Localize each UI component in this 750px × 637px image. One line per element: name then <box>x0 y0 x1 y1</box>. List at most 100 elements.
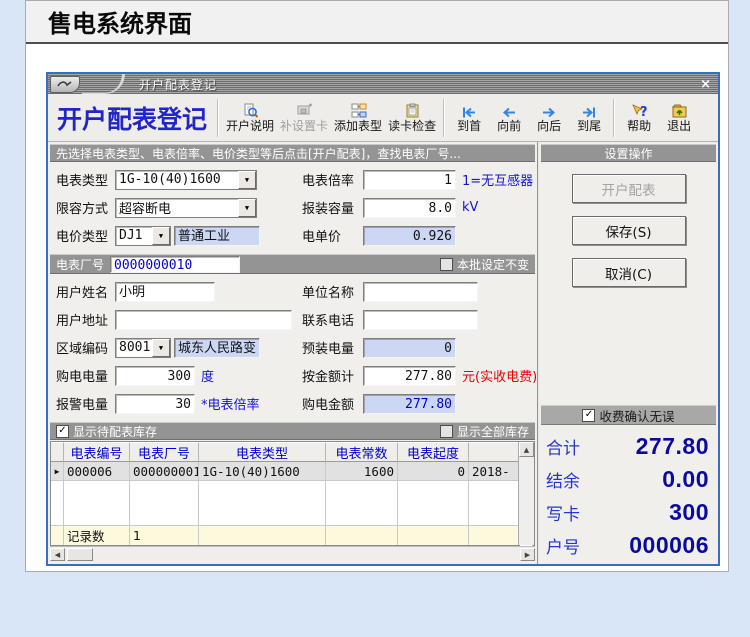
amount-calc-input[interactable]: 277.80 <box>363 365 456 386</box>
horizontal-scrollbar[interactable]: ◀ ▶ <box>50 546 535 562</box>
meter-ratio-label: 电表倍率 <box>302 174 355 189</box>
meter-type-label: 电表类型 <box>56 174 109 189</box>
cell-date: 2018- <box>472 463 510 479</box>
column-header-meter-start[interactable]: 电表起度 <box>398 442 469 462</box>
show-pending-stock-checkbox[interactable]: ✓ <box>56 424 69 438</box>
toolbar-button-label: 向后 <box>537 119 562 133</box>
stock-table: 电表编号 电表厂号 电表类型 电表常数 电表起度 ▶ 000006 000000… <box>50 441 535 562</box>
fee-confirm-label: 收费确认无误 <box>599 408 675 424</box>
total-label: 合计 <box>546 439 580 459</box>
vertical-scrollbar[interactable]: ▲ ▼ <box>518 442 534 562</box>
total-value: 277.80 <box>635 433 709 459</box>
app-icon <box>50 75 80 93</box>
scroll-up-icon[interactable]: ▲ <box>519 442 534 457</box>
stock-filter-bar: ✓ 显示待配表库存 显示全部库存 <box>50 422 535 440</box>
toolbar-brand-title: 开户配表登记 <box>57 104 208 134</box>
go-next-button[interactable]: 向后 <box>529 101 569 134</box>
chevron-down-icon[interactable]: ▼ <box>238 170 256 189</box>
alarm-qty-input[interactable]: 30 <box>115 393 195 414</box>
go-previous-button[interactable]: 向前 <box>489 101 529 134</box>
factory-number-bar: 电表厂号 0000000010 本批设定不变 <box>50 254 535 274</box>
supplement-card-button: 补设置卡 <box>277 101 331 134</box>
table-empty-area <box>51 481 518 525</box>
column-header-meter-type[interactable]: 电表类型 <box>199 442 326 462</box>
read-card-icon <box>404 102 421 119</box>
page-title: 售电系统界面 <box>26 1 728 44</box>
next-arrow-icon <box>541 102 557 119</box>
column-header-factory-no[interactable]: 电表厂号 <box>130 442 199 462</box>
toolbar-button-label: 开户说明 <box>226 119 275 133</box>
limit-mode-select[interactable]: 超容断电 ▼ <box>115 197 257 218</box>
exit-button[interactable]: 退出 <box>659 101 699 134</box>
chevron-down-icon[interactable]: ▼ <box>152 226 170 245</box>
write-card-value: 300 <box>669 499 709 525</box>
toolbar: 开户配表登记 开户说明 补设置卡 添加表型 读卡检查 到首 向前 向后 到尾 ?… <box>48 94 718 142</box>
account-meter-dialog: 开户配表登记 × 开户配表登记 开户说明 补设置卡 添加表型 读卡检查 到首 向… <box>46 72 720 566</box>
save-button[interactable]: 保存(S) <box>571 216 686 245</box>
first-arrow-icon <box>461 102 477 119</box>
card-setup-icon <box>296 102 313 119</box>
table-row[interactable]: ▶ 000006 0000000010 1G-10(40)1600 1600 0… <box>51 462 518 481</box>
toolbar-separator <box>217 98 220 137</box>
operations-header: 设置操作 <box>541 144 716 162</box>
horizontal-scroll-thumb[interactable] <box>67 548 93 561</box>
add-meter-type-button[interactable]: 添加表型 <box>331 101 385 134</box>
purchase-qty-unit-hint: 度 <box>201 370 215 385</box>
scroll-left-icon[interactable]: ◀ <box>50 548 65 561</box>
go-first-button[interactable]: 到首 <box>449 101 489 134</box>
price-type-select[interactable]: DJ1 ▼ <box>115 225 171 246</box>
unit-price-field: 0.926 <box>363 225 456 246</box>
doc-magnifier-icon <box>242 102 259 119</box>
operations-panel: 设置操作 开户配表 保存(S) 取消(C) ✓ 收费确认无误 合计 277.80 <box>537 142 718 564</box>
go-last-button[interactable]: 到尾 <box>569 101 609 134</box>
cancel-button[interactable]: 取消(C) <box>571 258 686 287</box>
meter-type-select[interactable]: 1G-10(40)1600 ▼ <box>115 169 257 190</box>
column-header-meter-no[interactable]: 电表编号 <box>64 442 130 462</box>
read-card-check-button[interactable]: 读卡检查 <box>385 101 439 134</box>
region-code-value: 8001 <box>119 340 151 355</box>
totals-summary: 合计 277.80 结余 0.00 写卡 300 户号 000006 <box>541 425 716 562</box>
meter-ratio-hint: 1=无互感器 <box>462 174 534 189</box>
meter-ratio-input[interactable]: 1 <box>363 169 456 190</box>
batch-fixed-checkbox[interactable] <box>439 257 453 271</box>
address-input[interactable] <box>115 309 292 330</box>
alarm-qty-label: 报警电量 <box>56 398 109 413</box>
last-arrow-icon <box>581 102 597 119</box>
show-all-stock-label: 显示全部库存 <box>456 424 529 439</box>
close-icon[interactable]: × <box>700 78 711 91</box>
alarm-qty-hint: *电表倍率 <box>201 398 260 413</box>
preset-qty-field: 0 <box>363 337 456 358</box>
exit-icon <box>671 102 688 119</box>
help-button[interactable]: ? 帮助 <box>619 101 659 134</box>
purchase-qty-input[interactable]: 300 <box>115 365 195 386</box>
meter-type-value: 1G-10(40)1600 <box>119 172 221 187</box>
limit-mode-label: 限容方式 <box>56 202 109 217</box>
capacity-input[interactable]: 8.0 <box>363 197 456 218</box>
dialog-titlebar[interactable]: 开户配表登记 × <box>48 74 718 94</box>
toolbar-button-label: 向前 <box>497 119 522 133</box>
chevron-down-icon[interactable]: ▼ <box>238 198 256 217</box>
purchase-qty-label: 购电电量 <box>56 370 109 385</box>
phone-input[interactable] <box>363 309 478 330</box>
user-name-label: 用户姓名 <box>56 286 109 301</box>
column-header-extra[interactable] <box>469 442 518 462</box>
region-code-select[interactable]: 8001 ▼ <box>115 337 171 358</box>
user-name-input[interactable]: 小明 <box>115 281 215 302</box>
unit-name-input[interactable] <box>363 281 478 302</box>
balance-label: 结余 <box>546 472 580 492</box>
toolbar-button-label: 帮助 <box>627 119 652 133</box>
svg-text:?: ? <box>640 105 648 119</box>
show-all-stock-checkbox[interactable] <box>439 424 453 438</box>
scroll-right-icon[interactable]: ▶ <box>520 548 535 561</box>
column-header-meter-const[interactable]: 电表常数 <box>326 442 398 462</box>
record-count-label: 记录数 <box>64 526 130 545</box>
dialog-title: 开户配表登记 <box>139 77 218 92</box>
chevron-down-icon[interactable]: ▼ <box>152 338 170 357</box>
unit-name-label: 单位名称 <box>302 286 355 301</box>
price-type-desc-field: 普通工业 <box>174 225 260 246</box>
batch-fixed-label: 本批设定不变 <box>456 257 529 272</box>
price-type-value: DJ1 <box>119 228 143 243</box>
fee-confirm-checkbox[interactable]: ✓ <box>582 408 596 422</box>
open-account-help-button[interactable]: 开户说明 <box>223 101 277 134</box>
factory-number-input[interactable]: 0000000010 <box>110 255 241 273</box>
